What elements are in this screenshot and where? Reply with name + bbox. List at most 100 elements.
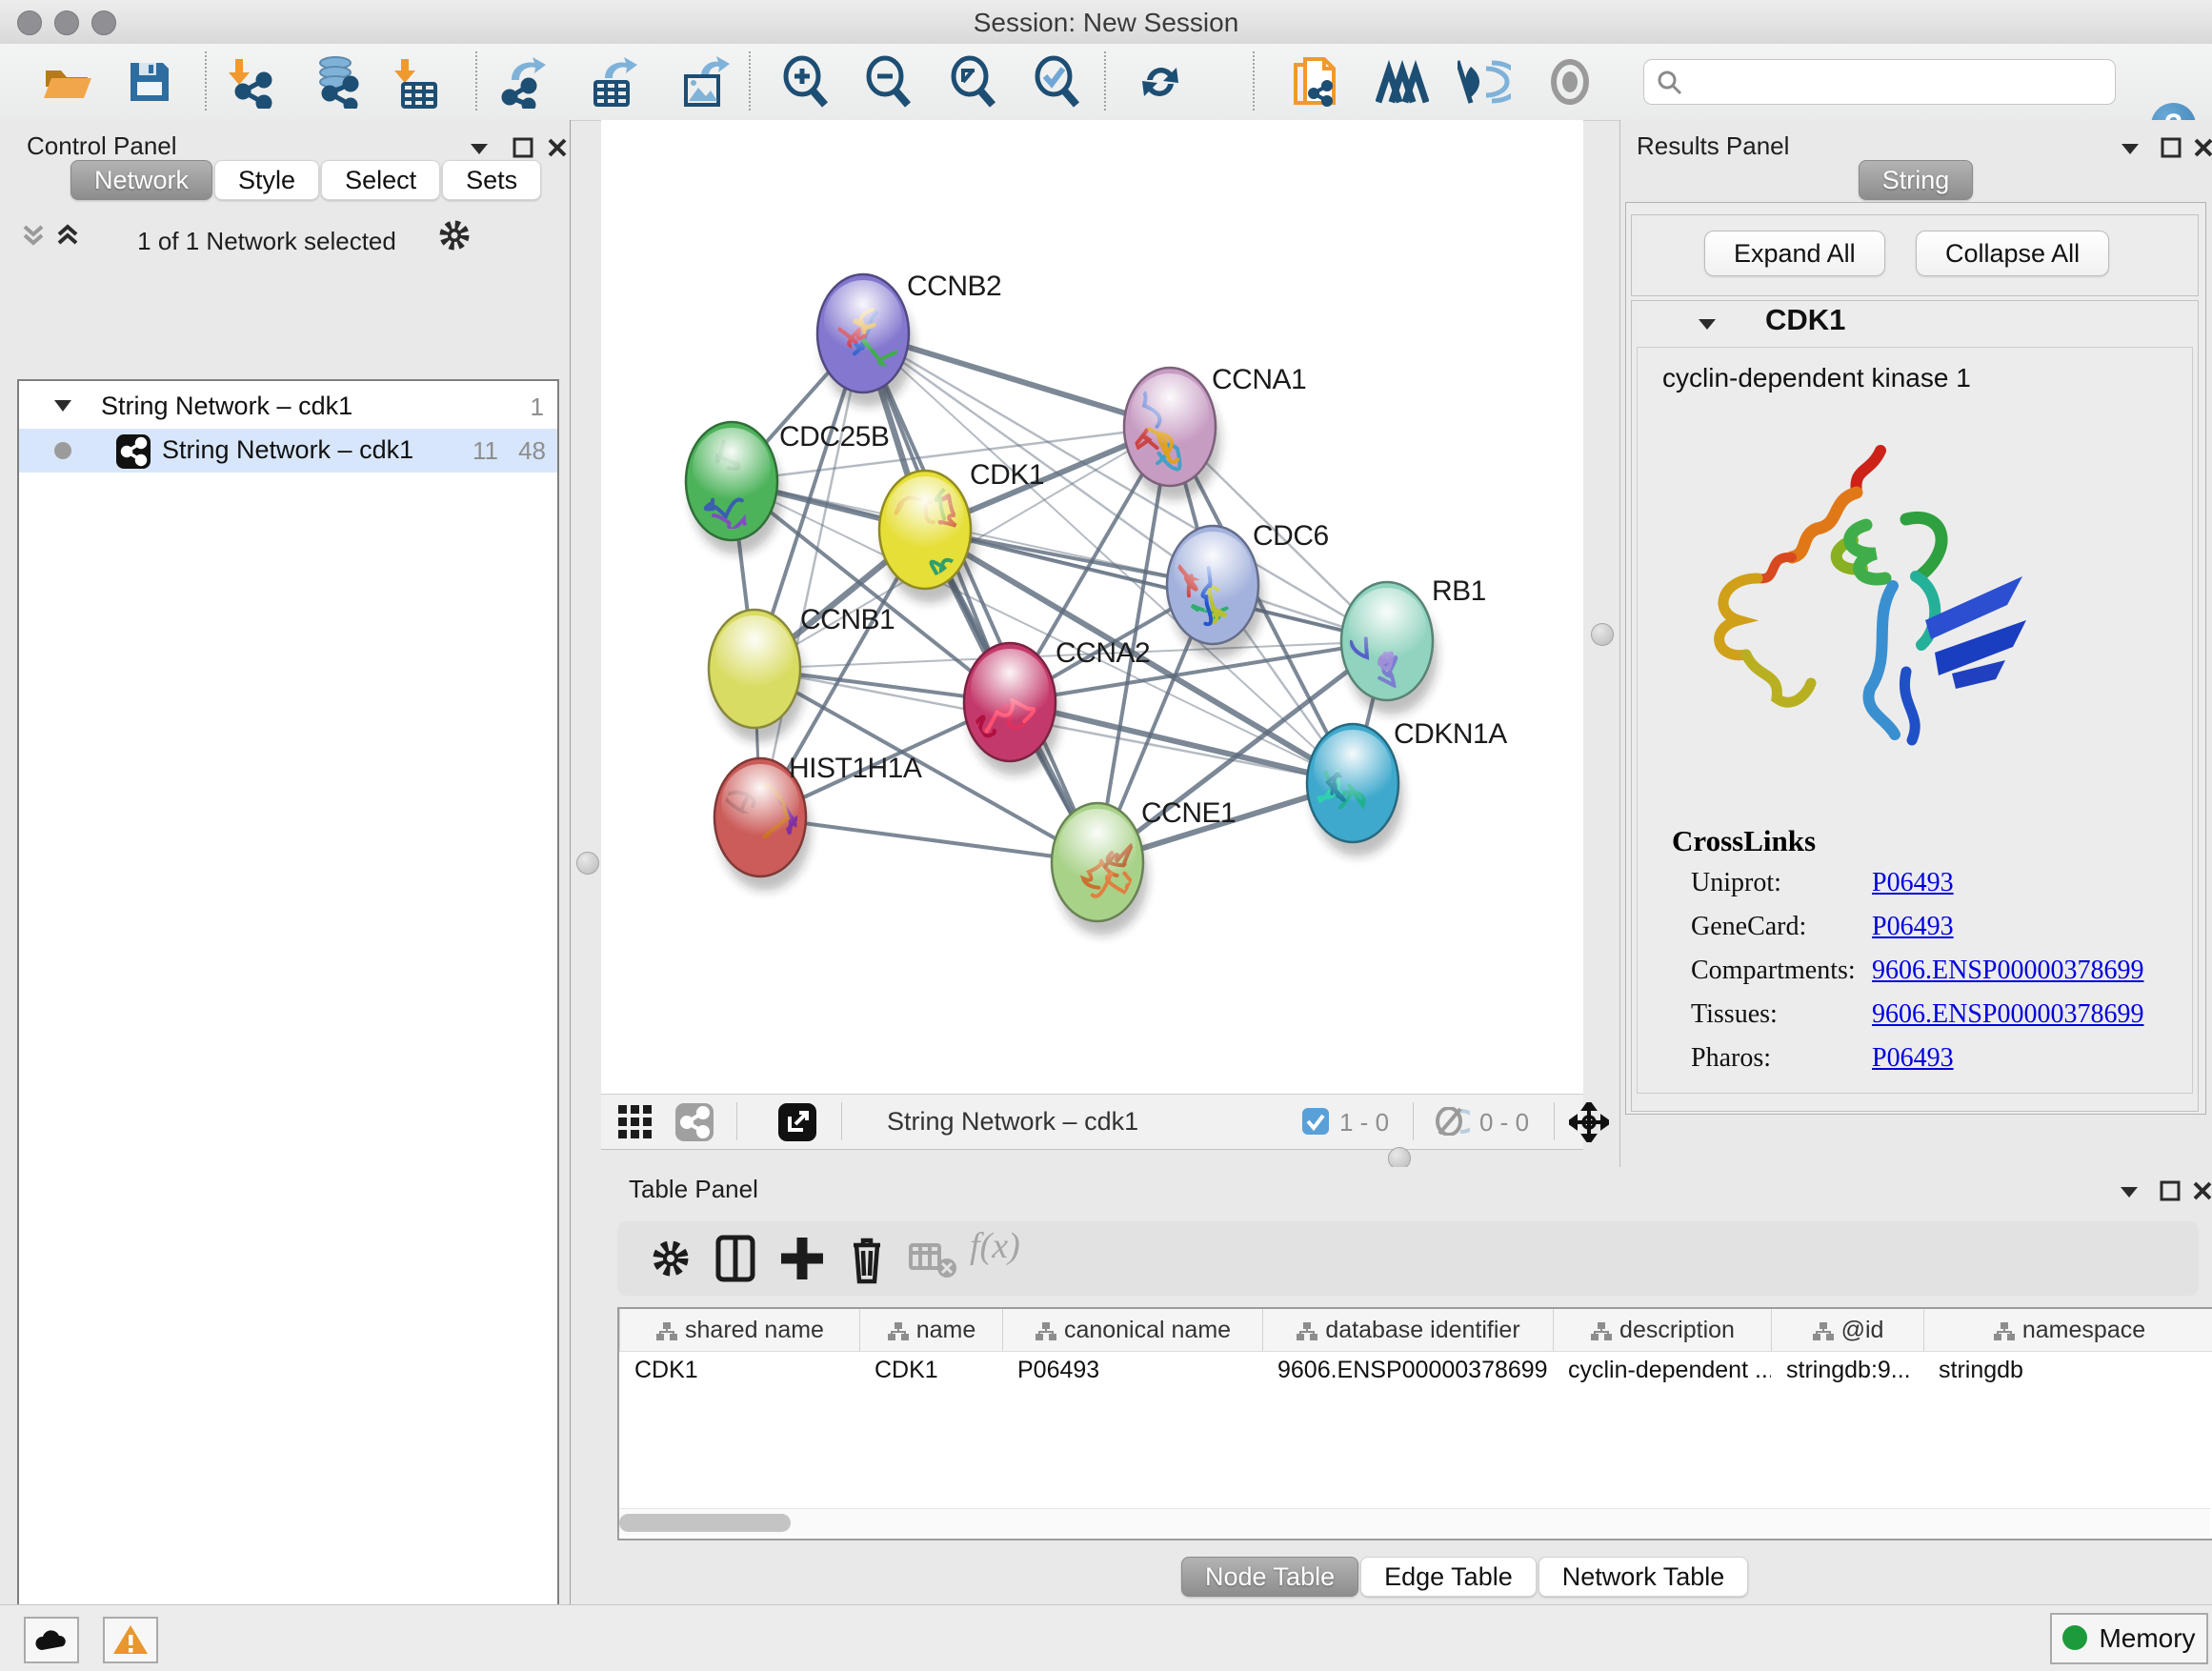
tab-network[interactable]: Network xyxy=(70,160,212,200)
table-panel-float-icon[interactable] xyxy=(2160,1180,2181,1201)
save-session-icon[interactable] xyxy=(123,55,176,109)
table-cell[interactable]: cyclin-dependent ... xyxy=(1553,1351,1771,1389)
column-header-database-identifier[interactable]: database identifier xyxy=(1262,1309,1554,1351)
export-network-icon[interactable] xyxy=(498,55,552,109)
crosslink-value-link[interactable]: P06493 xyxy=(1872,912,1954,942)
network-graph[interactable]: CCNB2 CCNA1 CDC25BCDK1 CDC6 RB1 CCNB1 CCNA2 CDK… xyxy=(601,120,1583,1094)
tab-node-table[interactable]: Node Table xyxy=(1181,1557,1358,1597)
tree-expand-icon[interactable] xyxy=(53,398,72,413)
show-all-icon[interactable] xyxy=(1543,55,1597,109)
pan-crosshair-icon[interactable] xyxy=(1569,1102,1609,1142)
column-header-label: name xyxy=(916,1317,976,1343)
column-header-namespace[interactable]: namespace xyxy=(1923,1309,2212,1351)
column-header-description[interactable]: description xyxy=(1553,1309,1772,1351)
clone-network-icon[interactable] xyxy=(1290,55,1343,109)
crosslink-value-link[interactable]: 9606.ENSP00000378699 xyxy=(1872,999,2143,1030)
node-HIST1H1A[interactable]: HIST1H1A xyxy=(714,753,922,891)
control-panel-close-icon[interactable] xyxy=(547,137,568,158)
table-cell[interactable]: CDK1 xyxy=(619,1351,859,1389)
right-splitter-grip[interactable] xyxy=(1591,623,1614,646)
left-splitter-grip[interactable] xyxy=(576,852,599,875)
column-header-name[interactable]: name xyxy=(859,1309,1003,1351)
node-CCNA2[interactable]: CCNA2 xyxy=(955,637,1150,775)
node-CDK1[interactable]: CDK1 xyxy=(879,459,1044,603)
import-network-database-icon[interactable] xyxy=(311,55,364,109)
cdk1-collapse-icon[interactable] xyxy=(1697,316,1718,332)
results-panel-collapse-icon[interactable] xyxy=(2120,141,2141,156)
network-options-gear-icon[interactable] xyxy=(436,217,473,253)
hscrollbar-track[interactable] xyxy=(619,1508,2210,1536)
open-session-icon[interactable] xyxy=(40,55,93,109)
table-cell[interactable]: CDK1 xyxy=(859,1351,1002,1389)
grid-view-icon[interactable] xyxy=(618,1105,654,1141)
first-neighbors-icon[interactable] xyxy=(1376,55,1429,109)
network-row[interactable]: String Network – cdk1 11 48 xyxy=(19,429,557,473)
table-cell[interactable]: stringdb:9... xyxy=(1771,1351,1923,1389)
collapse-all-button[interactable]: Collapse All xyxy=(1916,231,2109,276)
add-column-icon[interactable] xyxy=(775,1232,829,1285)
node-CCNA1[interactable]: CCNA1 xyxy=(1116,364,1306,500)
network-collection-row[interactable]: String Network – cdk1 1 xyxy=(19,387,557,429)
node-table[interactable]: shared name name canonical namedatabase id… xyxy=(617,1307,2212,1540)
tab-network-table[interactable]: Network Table xyxy=(1538,1557,1749,1597)
table-cell[interactable]: 9606.ENSP00000378699 xyxy=(1262,1351,1553,1389)
tab-edge-table[interactable]: Edge Table xyxy=(1360,1557,1537,1597)
hscrollbar-thumb[interactable] xyxy=(619,1514,791,1532)
tab-select[interactable]: Select xyxy=(321,160,440,200)
node-RB1[interactable]: RB1 xyxy=(1327,575,1485,715)
node-CCNB1[interactable]: CCNB1 xyxy=(709,604,895,742)
zoom-out-icon[interactable] xyxy=(862,55,915,109)
tab-string[interactable]: String xyxy=(1859,160,1974,200)
node-CDC25B[interactable]: CDC25B xyxy=(686,421,889,554)
zoom-selected-icon[interactable] xyxy=(1031,55,1084,109)
column-header--id[interactable]: @id xyxy=(1771,1309,1924,1351)
delete-column-icon[interactable] xyxy=(840,1232,894,1285)
hidden-eye-icon[interactable] xyxy=(1432,1107,1470,1136)
export-table-icon[interactable] xyxy=(588,55,641,109)
table-panel-collapse-icon[interactable] xyxy=(2119,1184,2140,1199)
node-CCNB2[interactable]: CCNB2 xyxy=(817,271,1001,407)
node-CDKN1A[interactable]: CDKN1A xyxy=(1307,718,1507,856)
memory-button[interactable]: Memory xyxy=(2050,1613,2208,1664)
cloud-button[interactable] xyxy=(24,1617,79,1663)
control-panel-collapse-icon[interactable] xyxy=(469,141,490,156)
show-columns-icon[interactable] xyxy=(709,1232,762,1285)
results-panel-close-icon[interactable] xyxy=(2193,137,2212,158)
network-canvas[interactable]: CCNB2 CCNA1 CDC25BCDK1 CDC6 RB1 CCNB1 CCNA2 CDK… xyxy=(601,120,1583,1094)
selected-checkbox-icon[interactable] xyxy=(1302,1108,1329,1135)
search-input[interactable] xyxy=(1694,64,2107,100)
column-header-canonical-name[interactable]: canonical name xyxy=(1002,1309,1263,1351)
column-header-shared-name[interactable]: shared name xyxy=(619,1309,860,1351)
crosslink-value-link[interactable]: 9606.ENSP00000378699 xyxy=(1872,956,2143,986)
table-settings-gear-icon[interactable] xyxy=(644,1232,697,1285)
node-gloss xyxy=(693,428,771,508)
expand-all-button[interactable]: Expand All xyxy=(1704,231,1885,276)
node-CCNE1[interactable]: CCNE1 xyxy=(1052,797,1236,936)
export-image-icon[interactable] xyxy=(678,55,732,109)
import-network-file-icon[interactable] xyxy=(222,55,275,109)
network-badge-gray-icon[interactable] xyxy=(675,1103,714,1141)
hide-selected-icon[interactable] xyxy=(1458,55,1511,109)
network-nodes[interactable]: CCNB2 CCNA1 CDC25BCDK1 CDC6 RB1 CCNB1 CCNA2 CDK… xyxy=(686,271,1507,936)
table-panel-close-icon[interactable] xyxy=(2192,1180,2212,1201)
crosslinks-heading: CrossLinks xyxy=(1672,824,1816,858)
warning-button[interactable] xyxy=(103,1617,158,1663)
control-panel-float-icon[interactable] xyxy=(513,137,533,158)
import-table-icon[interactable] xyxy=(388,55,441,109)
table-cell[interactable]: P06493 xyxy=(1002,1351,1262,1389)
zoom-fit-icon[interactable] xyxy=(947,55,1000,109)
zoom-in-icon[interactable] xyxy=(779,55,833,109)
crosslink-value-link[interactable]: P06493 xyxy=(1872,1043,1954,1074)
detach-view-icon[interactable] xyxy=(778,1103,816,1141)
window-title: Session: New Session xyxy=(0,8,2212,38)
refresh-icon[interactable] xyxy=(1134,55,1187,109)
node-CDC6[interactable]: CDC6 xyxy=(1167,520,1329,658)
column-header-label: @id xyxy=(1841,1317,1884,1343)
cdk1-details: cyclin-dependent kinase 1 CrossLinks Uni… xyxy=(1637,347,2193,1094)
tab-style[interactable]: Style xyxy=(214,160,319,200)
results-panel-float-icon[interactable] xyxy=(2161,137,2182,158)
tab-sets[interactable]: Sets xyxy=(442,160,541,200)
crosslink-value-link[interactable]: P06493 xyxy=(1872,868,1954,898)
table-cell[interactable]: stringdb xyxy=(1923,1351,2212,1389)
node-label-CDC6: CDC6 xyxy=(1253,520,1329,552)
